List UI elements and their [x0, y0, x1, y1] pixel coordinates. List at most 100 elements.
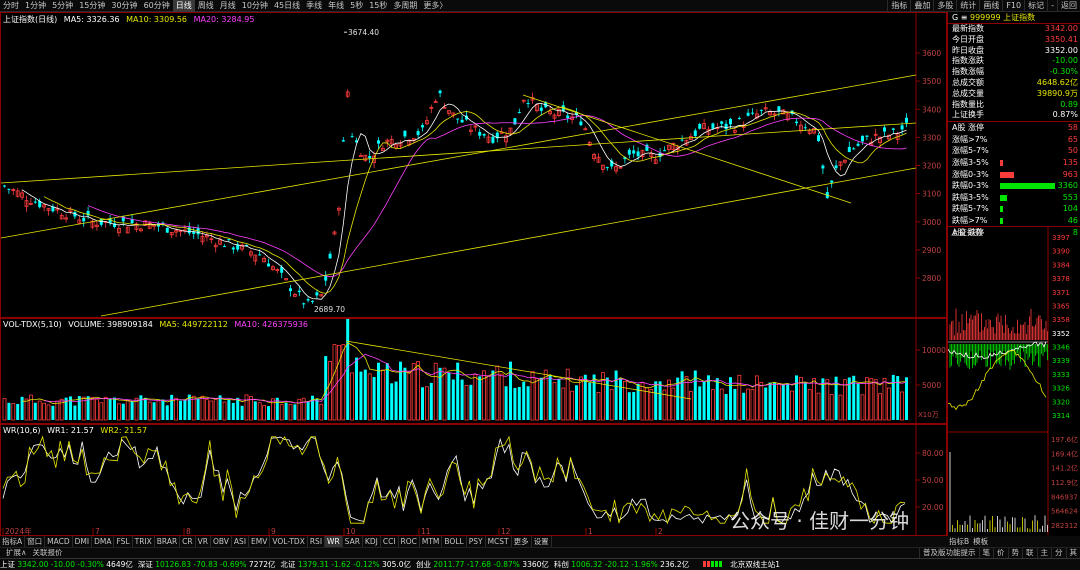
function-tab[interactable]: 价 [993, 548, 1008, 558]
indicator-tab[interactable]: BRAR [155, 536, 181, 547]
indicator-tab[interactable]: CCI [381, 536, 399, 547]
volume-bar [750, 389, 755, 421]
intraday-mini-panel[interactable]: 上证指数 3397 3390 3384 3378 3371 3365 3358 3352 334… [947, 226, 1080, 536]
indicator-tab[interactable]: SAR [343, 536, 363, 547]
indicator-tab[interactable]: VR [196, 536, 211, 547]
indicator-tab[interactable]: 更多 [512, 536, 532, 547]
volume-bar [742, 392, 746, 420]
tab-timeframe[interactable]: 1分钟 [22, 0, 49, 12]
x-tick-label: 2024年 [5, 526, 32, 535]
toolbar-button[interactable]: - [1047, 0, 1057, 12]
indicator-tab[interactable]: MCST [486, 536, 512, 547]
tab-timeframe[interactable]: 30分钟 [108, 0, 140, 12]
indicator-tab[interactable]: DMI [73, 536, 93, 547]
tab-timeframe[interactable]: 年线 [325, 0, 347, 12]
toolbar-button[interactable]: 画线 [979, 0, 1002, 12]
tab-timeframe[interactable]: 5秒 [347, 0, 366, 12]
x-tick-label: 11 [421, 527, 431, 535]
tab-timeframe[interactable]: 10分钟 [239, 0, 271, 12]
indicator-tab[interactable]: ROC [399, 536, 420, 547]
toolbar-button[interactable]: 返回 [1057, 0, 1080, 12]
volume-bar [73, 405, 77, 420]
volume-bar [236, 397, 240, 420]
indicator-tab[interactable]: EMV [249, 536, 271, 547]
candle-body [680, 139, 684, 141]
right-indicator-tab[interactable]: 模板 [971, 536, 990, 547]
tab-timeframe[interactable]: 15秒 [366, 0, 390, 12]
toolbar-button[interactable]: 指标 [887, 0, 910, 12]
indicator-tab[interactable]: MACD [45, 536, 73, 547]
indicator-tab[interactable]: 设置 [532, 536, 552, 547]
volume-panel[interactable]: VOL-TDX(5,10) VOLUME: 398909184 MA5: 449… [0, 318, 947, 424]
indicator-tab[interactable]: PSY [467, 536, 486, 547]
tab-timeframe[interactable]: 季线 [303, 0, 325, 12]
toolbar-button[interactable]: 标记 [1024, 0, 1047, 12]
indicator-tab[interactable]: WR [325, 536, 343, 547]
toolbar-button[interactable]: 叠加 [910, 0, 933, 12]
tab-timeframe[interactable]: 多周期 [390, 0, 420, 12]
function-tab[interactable]: 其 [1065, 548, 1080, 558]
function-tab[interactable]: 笔 [978, 548, 994, 558]
wr-tick-label: 80.00 [922, 449, 944, 458]
status-index-name: 创业 [416, 560, 434, 569]
indicator-tab[interactable]: VOL-TDX [270, 536, 308, 547]
toolbar-button[interactable]: 多股 [933, 0, 956, 12]
status-index[interactable]: 创业 2011.77 -17.68 -0.87% 3360亿 [416, 559, 549, 570]
status-index[interactable]: 深证 10126.83 -70.83 -0.69% 7272亿 [138, 559, 276, 570]
volume-bar [486, 375, 491, 421]
function-tab[interactable]: 普及版功能提示 [919, 548, 979, 558]
indicator-tab[interactable]: DMA [92, 536, 115, 547]
indicator-tab[interactable]: OBV [211, 536, 232, 547]
tab-timeframe[interactable]: 60分钟 [141, 0, 173, 12]
volume-bar [191, 395, 196, 421]
status-index[interactable]: 北证 1379.31 -1.62 -0.12% 305.0亿 [281, 559, 412, 570]
mini-price-tick: 3358 [1052, 316, 1070, 324]
candlestick-panel[interactable]: 上证指数(日线) MA5: 3326.36 MA10: 3309.56 MA20… [0, 12, 947, 318]
server-name[interactable]: 北京双线主站1 [730, 559, 780, 570]
info-label: 上证换手 [952, 110, 984, 120]
indicator-tab[interactable]: TRIX [133, 536, 155, 547]
candle-body [865, 135, 869, 137]
sub-tab[interactable]: 扩展∧ [3, 548, 30, 558]
tab-timeframe[interactable]: 月线 [217, 0, 239, 12]
status-index[interactable]: 上证 3342.00 -10.00 -0.30% 4649亿 [0, 559, 133, 570]
function-tab[interactable]: 势 [1007, 548, 1023, 558]
toolbar-button[interactable]: 统计 [956, 0, 979, 12]
tab-timeframe[interactable]: 日线 [172, 0, 195, 12]
candle-body [416, 131, 420, 136]
sub-tab[interactable]: 关联报价 [30, 548, 66, 558]
indicator-tab[interactable]: ASI [232, 536, 250, 547]
tab-timeframe[interactable]: 周线 [195, 0, 217, 12]
volume-bar [535, 378, 539, 421]
tab-timeframe[interactable]: 15分钟 [76, 0, 108, 12]
indicator-tab[interactable]: FSL [114, 536, 133, 547]
status-index[interactable]: 科创 1006.32 -20.12 -1.96% 236.2亿 [554, 559, 689, 570]
tab-timeframe[interactable]: 分时 [0, 0, 22, 12]
indicator-tab[interactable]: CR [180, 536, 196, 547]
info-value: 0.87% [1052, 110, 1078, 120]
intraday-chart: 3397 3390 3384 3378 3371 3365 3358 3352 3346 3339… [948, 227, 1078, 535]
top-toolbar: 分时 1分钟 5分钟 15分钟 30分钟 60分钟 日线 周线 月线 10分钟 45日线 季线 年线 5秒… [0, 0, 1080, 12]
candle-body [627, 149, 631, 155]
tab-timeframe[interactable]: 5分钟 [49, 0, 76, 12]
indicator-tab[interactable]: MTM [420, 536, 443, 547]
indicator-tab[interactable]: KDJ [363, 536, 381, 547]
volume-bar [464, 384, 469, 421]
function-tab[interactable]: 联 [1022, 548, 1037, 558]
candle-body [460, 119, 464, 123]
indicator-tab[interactable]: BOLL [442, 536, 467, 547]
indicator-tab[interactable]: RSI [308, 536, 326, 547]
volume-bar [803, 382, 807, 420]
volume-bar [267, 406, 270, 420]
function-tab[interactable]: 主 [1036, 548, 1052, 558]
right-indicator-tab[interactable]: 指标B [947, 536, 971, 547]
tab-timeframe[interactable]: 45日线 [271, 0, 303, 12]
volume-bar [456, 362, 460, 420]
indicator-tab[interactable]: 窗口 [25, 536, 46, 547]
tab-timeframe[interactable]: 更多〉 [420, 0, 450, 12]
toolbar-button[interactable]: F10 [1002, 0, 1024, 12]
volume-bar [645, 387, 649, 421]
function-tab[interactable]: 分 [1051, 548, 1066, 558]
indicator-tab[interactable]: 指标A [0, 536, 26, 547]
menu-icon[interactable]: ≡ [961, 13, 968, 22]
